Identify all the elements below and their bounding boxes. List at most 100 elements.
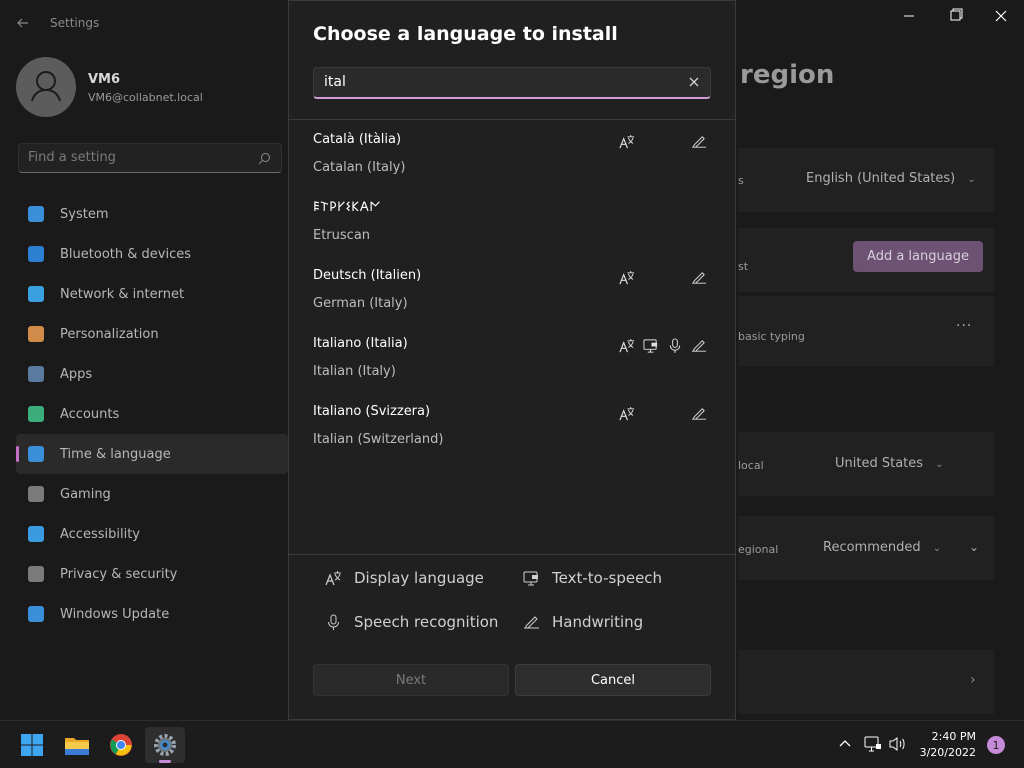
- sidebar-nav: System Bluetooth & devices Network & inter…: [16, 194, 288, 634]
- legend-speech-recognition: Speech recognition: [325, 613, 498, 631]
- settings-search-input[interactable]: Find a setting: [18, 143, 282, 173]
- sidebar-item-system[interactable]: System: [16, 194, 288, 234]
- sidebar-item-label: Accessibility: [60, 526, 140, 542]
- start-button[interactable]: [12, 727, 52, 763]
- sidebar-item-label: Time & language: [60, 446, 171, 462]
- search-placeholder: Find a setting: [28, 150, 116, 165]
- sidebar-item-windows-update[interactable]: Windows Update: [16, 594, 288, 634]
- handwriting-icon: [691, 406, 707, 422]
- taskbar-chrome[interactable]: [101, 727, 141, 763]
- related-setting-card[interactable]: ›: [738, 650, 994, 714]
- sidebar-item-personalization[interactable]: Personalization: [16, 314, 288, 354]
- language-english-name: Catalan (Italy): [313, 160, 406, 175]
- sidebar-item-privacy-security[interactable]: Privacy & security: [16, 554, 288, 594]
- language-english-name: Italian (Switzerland): [313, 432, 444, 447]
- display-language-dropdown[interactable]: English (United States) ⌄: [806, 171, 976, 186]
- sidebar-item-gaming[interactable]: Gaming: [16, 474, 288, 514]
- network-icon[interactable]: [864, 736, 882, 752]
- language-search-field[interactable]: [324, 74, 664, 90]
- divider: [289, 554, 735, 555]
- language-native-name: 𐌄𐌕𐌓𐌖𐌔𐌊𐌀𐌍: [313, 200, 381, 215]
- nav-icon: [28, 206, 44, 222]
- language-list-item[interactable]: Italiano (Svizzera) Italian (Switzerland): [289, 392, 735, 460]
- more-options-icon[interactable]: ···: [956, 318, 972, 334]
- legend-display-language: Display language: [325, 569, 484, 587]
- language-native-name: Deutsch (Italien): [313, 268, 422, 283]
- show-hidden-icons-chevron-icon[interactable]: [838, 737, 852, 751]
- next-button[interactable]: Next: [313, 664, 509, 696]
- cancel-button[interactable]: Cancel: [515, 664, 711, 696]
- legend-label: Handwriting: [552, 613, 644, 631]
- clock[interactable]: 2:40 PM 3/20/2022: [920, 729, 976, 761]
- display-language-icon: [619, 338, 635, 354]
- user-email: VM6@collabnet.local: [88, 91, 203, 104]
- sidebar-item-label: Accounts: [60, 406, 120, 422]
- clock-time: 2:40 PM: [931, 730, 976, 743]
- search-icon: [258, 152, 271, 165]
- sidebar-item-apps[interactable]: Apps: [16, 354, 288, 394]
- active-app-indicator: [159, 760, 171, 763]
- maximize-button[interactable]: [932, 8, 978, 24]
- close-button[interactable]: [978, 8, 1024, 24]
- avatar[interactable]: [16, 57, 76, 117]
- taskbar-file-explorer[interactable]: [57, 727, 97, 763]
- language-list-item[interactable]: Italiano (Italia) Italian (Italy): [289, 324, 735, 392]
- minimize-button[interactable]: [886, 8, 932, 24]
- sidebar-item-accessibility[interactable]: Accessibility: [16, 514, 288, 554]
- chevron-down-icon: ⌄: [935, 459, 944, 470]
- language-list: Català (Itàlia) Catalan (Italy) 𐌄𐌕𐌓𐌖𐌔𐌊𐌀𐌍 Et…: [289, 120, 735, 554]
- language-list-item[interactable]: Deutsch (Italien) German (Italy): [289, 256, 735, 324]
- add-language-button[interactable]: Add a language: [853, 241, 983, 272]
- nav-icon: [28, 526, 44, 542]
- language-english-name: Etruscan: [313, 228, 371, 243]
- chevron-down-icon: ⌄: [967, 174, 976, 185]
- expand-chevron-icon[interactable]: ⌄: [969, 540, 979, 554]
- handwriting-icon: [691, 338, 707, 354]
- country-region-card: local United States ⌄: [738, 432, 994, 496]
- settings-gear-icon: [152, 732, 178, 758]
- sidebar-item-label: Windows Update: [60, 606, 170, 622]
- nav-icon: [28, 406, 44, 422]
- sidebar-item-accounts[interactable]: Accounts: [16, 394, 288, 434]
- dropdown-value: Recommended: [823, 540, 921, 555]
- regional-format-card: egional Recommended ⌄ ⌄: [738, 516, 994, 580]
- language-list-item[interactable]: 𐌄𐌕𐌓𐌖𐌔𐌊𐌀𐌍 Etruscan: [289, 188, 735, 256]
- card-label-fragment: s: [738, 174, 744, 187]
- language-english-name: Italian (Italy): [313, 364, 396, 379]
- text-to-speech-icon: [643, 338, 659, 354]
- display-language-icon: [619, 270, 635, 286]
- handwriting-icon: [691, 134, 707, 150]
- card-label-fragment: basic typing: [738, 330, 805, 343]
- sidebar-item-time-language[interactable]: Time & language: [16, 434, 288, 474]
- handwriting-icon: [523, 614, 552, 631]
- display-language-icon: [325, 570, 354, 587]
- country-dropdown[interactable]: United States ⌄: [835, 456, 944, 471]
- folder-icon: [64, 734, 90, 756]
- sidebar-item-label: Privacy & security: [60, 566, 178, 582]
- page-title: region: [740, 60, 835, 90]
- sidebar-item-bluetooth-devices[interactable]: Bluetooth & devices: [16, 234, 288, 274]
- selection-indicator: [16, 446, 19, 462]
- card-label-fragment: egional: [738, 543, 779, 556]
- notification-badge[interactable]: 1: [987, 736, 1005, 754]
- regional-format-dropdown[interactable]: Recommended ⌄: [823, 540, 941, 555]
- clock-date: 3/20/2022: [919, 746, 976, 759]
- windows-logo-icon: [20, 733, 44, 757]
- nav-icon: [28, 486, 44, 502]
- language-list-item[interactable]: Català (Itàlia) Catalan (Italy): [289, 120, 735, 188]
- back-arrow-icon[interactable]: [16, 16, 30, 30]
- legend-text-to-speech: Text-to-speech: [523, 569, 662, 587]
- chevron-right-icon: ›: [970, 672, 976, 688]
- chrome-icon: [109, 733, 133, 757]
- volume-icon[interactable]: [889, 736, 907, 752]
- nav-icon: [28, 566, 44, 582]
- nav-icon: [28, 326, 44, 342]
- sidebar-item-network-internet[interactable]: Network & internet: [16, 274, 288, 314]
- user-name: VM6: [88, 72, 121, 87]
- language-search-input[interactable]: [313, 67, 711, 99]
- taskbar-settings[interactable]: [145, 727, 185, 763]
- clear-search-icon[interactable]: [688, 76, 700, 88]
- nav-icon: [28, 286, 44, 302]
- nav-icon: [28, 246, 44, 262]
- sidebar-item-label: Network & internet: [60, 286, 185, 302]
